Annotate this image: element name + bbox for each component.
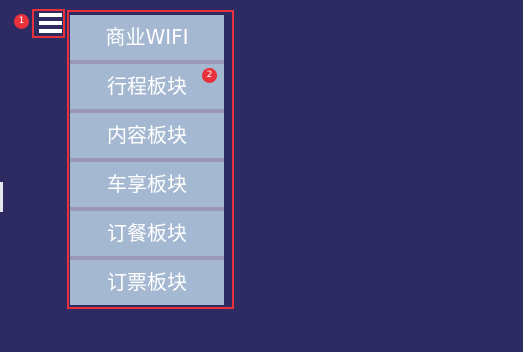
menu-item-car-share[interactable]: 车享板块 <box>70 162 224 207</box>
hamburger-bar-top <box>39 13 62 17</box>
menu-item-content[interactable]: 内容板块 <box>70 113 224 158</box>
annotation-badge-1: 1 <box>14 14 29 29</box>
menu-item-ticket-order[interactable]: 订票板块 <box>70 260 224 305</box>
left-edge-handle[interactable] <box>0 182 3 212</box>
menu-item-itinerary[interactable]: 行程板块 <box>70 64 224 109</box>
menu-item-meal-order[interactable]: 订餐板块 <box>70 211 224 256</box>
dropdown-menu: 商业WIFI 行程板块 内容板块 车享板块 订餐板块 订票板块 <box>70 15 224 305</box>
hamburger-bar-middle <box>39 21 62 25</box>
annotation-badge-2: 2 <box>202 68 217 83</box>
hamburger-bar-bottom <box>39 29 62 33</box>
menu-toggle-button[interactable] <box>32 9 65 38</box>
menu-item-wifi[interactable]: 商业WIFI <box>70 15 224 60</box>
